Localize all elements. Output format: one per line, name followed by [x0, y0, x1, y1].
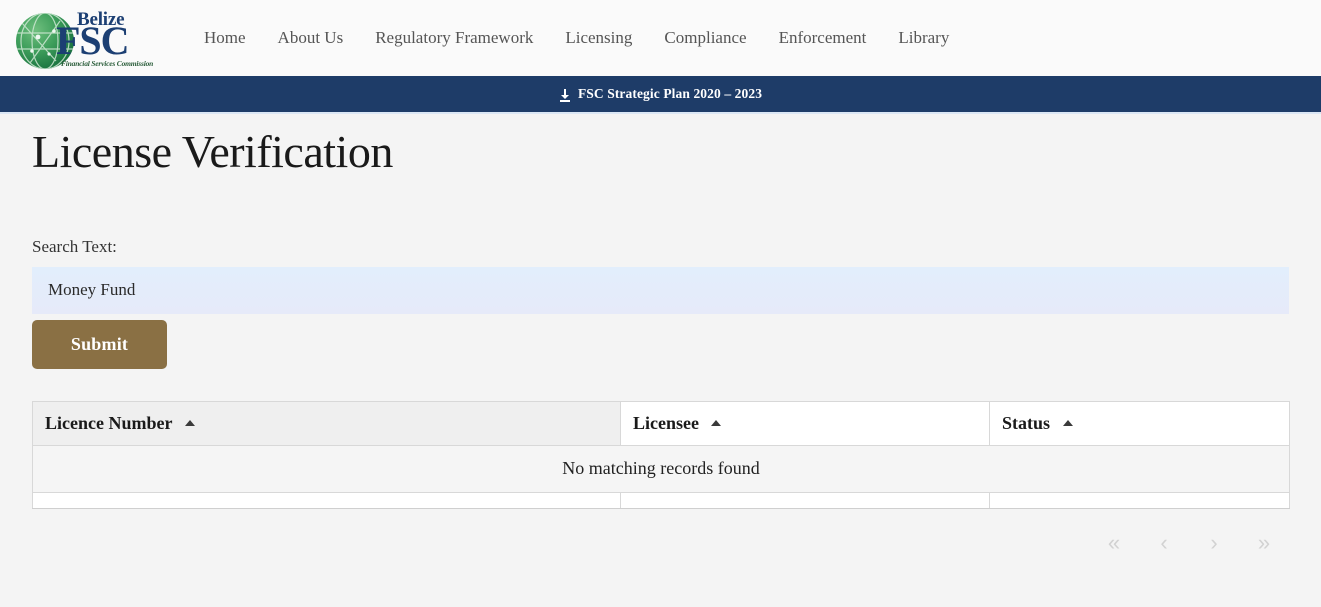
table-header: Licence Number Licensee Status — [32, 400, 1290, 446]
search-label: Search Text: — [32, 236, 117, 256]
column-header-licence-number[interactable]: Licence Number — [32, 400, 621, 446]
column-header-licensee[interactable]: Licensee — [620, 400, 990, 446]
strategic-plan-link[interactable]: FSC Strategic Plan 2020 – 2023 — [559, 86, 762, 102]
filler-cell — [989, 492, 1290, 509]
filler-cell — [32, 492, 621, 509]
nav-item-compliance[interactable]: Compliance — [648, 28, 762, 48]
announcement-bar: FSC Strategic Plan 2020 – 2023 — [0, 76, 1321, 114]
site-logo[interactable]: Belize FSC Financial Services Commission — [14, 7, 154, 69]
main-content: License Verification Search Text: Submit… — [0, 114, 1321, 560]
download-icon — [559, 88, 571, 102]
table-header-row: Licence Number Licensee Status — [32, 400, 1290, 446]
nav-item-licensing[interactable]: Licensing — [549, 28, 648, 48]
sort-ascending-icon — [711, 419, 722, 426]
site-header: Belize FSC Financial Services Commission… — [0, 0, 1321, 76]
logo-brand-main: FSC — [56, 18, 130, 63]
main-navigation: Home About Us Regulatory Framework Licen… — [188, 28, 965, 48]
column-header-status[interactable]: Status — [989, 400, 1290, 446]
strategic-plan-label: FSC Strategic Plan 2020 – 2023 — [577, 86, 763, 101]
submit-button[interactable]: Submit — [32, 319, 167, 369]
pagination-previous-button[interactable]: ‹ — [1139, 526, 1189, 560]
page-title: License Verification — [32, 126, 393, 177]
table-body: No matching records found — [32, 445, 1290, 509]
empty-state-message: No matching records found — [32, 445, 1290, 493]
table-filler-row — [32, 492, 1290, 509]
filler-cell — [620, 492, 990, 509]
nav-item-library[interactable]: Library — [882, 28, 965, 48]
pagination-first-button[interactable]: « — [1089, 526, 1139, 560]
pagination-next-button[interactable]: › — [1189, 526, 1239, 560]
search-input[interactable] — [32, 266, 1289, 314]
pagination-last-button[interactable]: » — [1239, 526, 1289, 560]
column-label-status: Status — [1002, 412, 1051, 433]
nav-item-enforcement[interactable]: Enforcement — [763, 28, 883, 48]
pagination-controls: « ‹ › » — [32, 526, 1289, 560]
empty-state-row: No matching records found — [32, 445, 1290, 493]
license-results-table: Licence Number Licensee Status No matchi… — [32, 400, 1290, 509]
nav-item-about-us[interactable]: About Us — [262, 28, 360, 48]
nav-item-regulatory-framework[interactable]: Regulatory Framework — [359, 28, 549, 48]
sort-ascending-icon — [1062, 419, 1073, 426]
nav-item-home[interactable]: Home — [188, 28, 262, 48]
logo-tagline: Financial Services Commission — [61, 59, 154, 68]
column-label-licence-number: Licence Number — [45, 412, 173, 433]
column-label-licensee: Licensee — [633, 412, 699, 433]
sort-ascending-icon — [184, 419, 195, 426]
